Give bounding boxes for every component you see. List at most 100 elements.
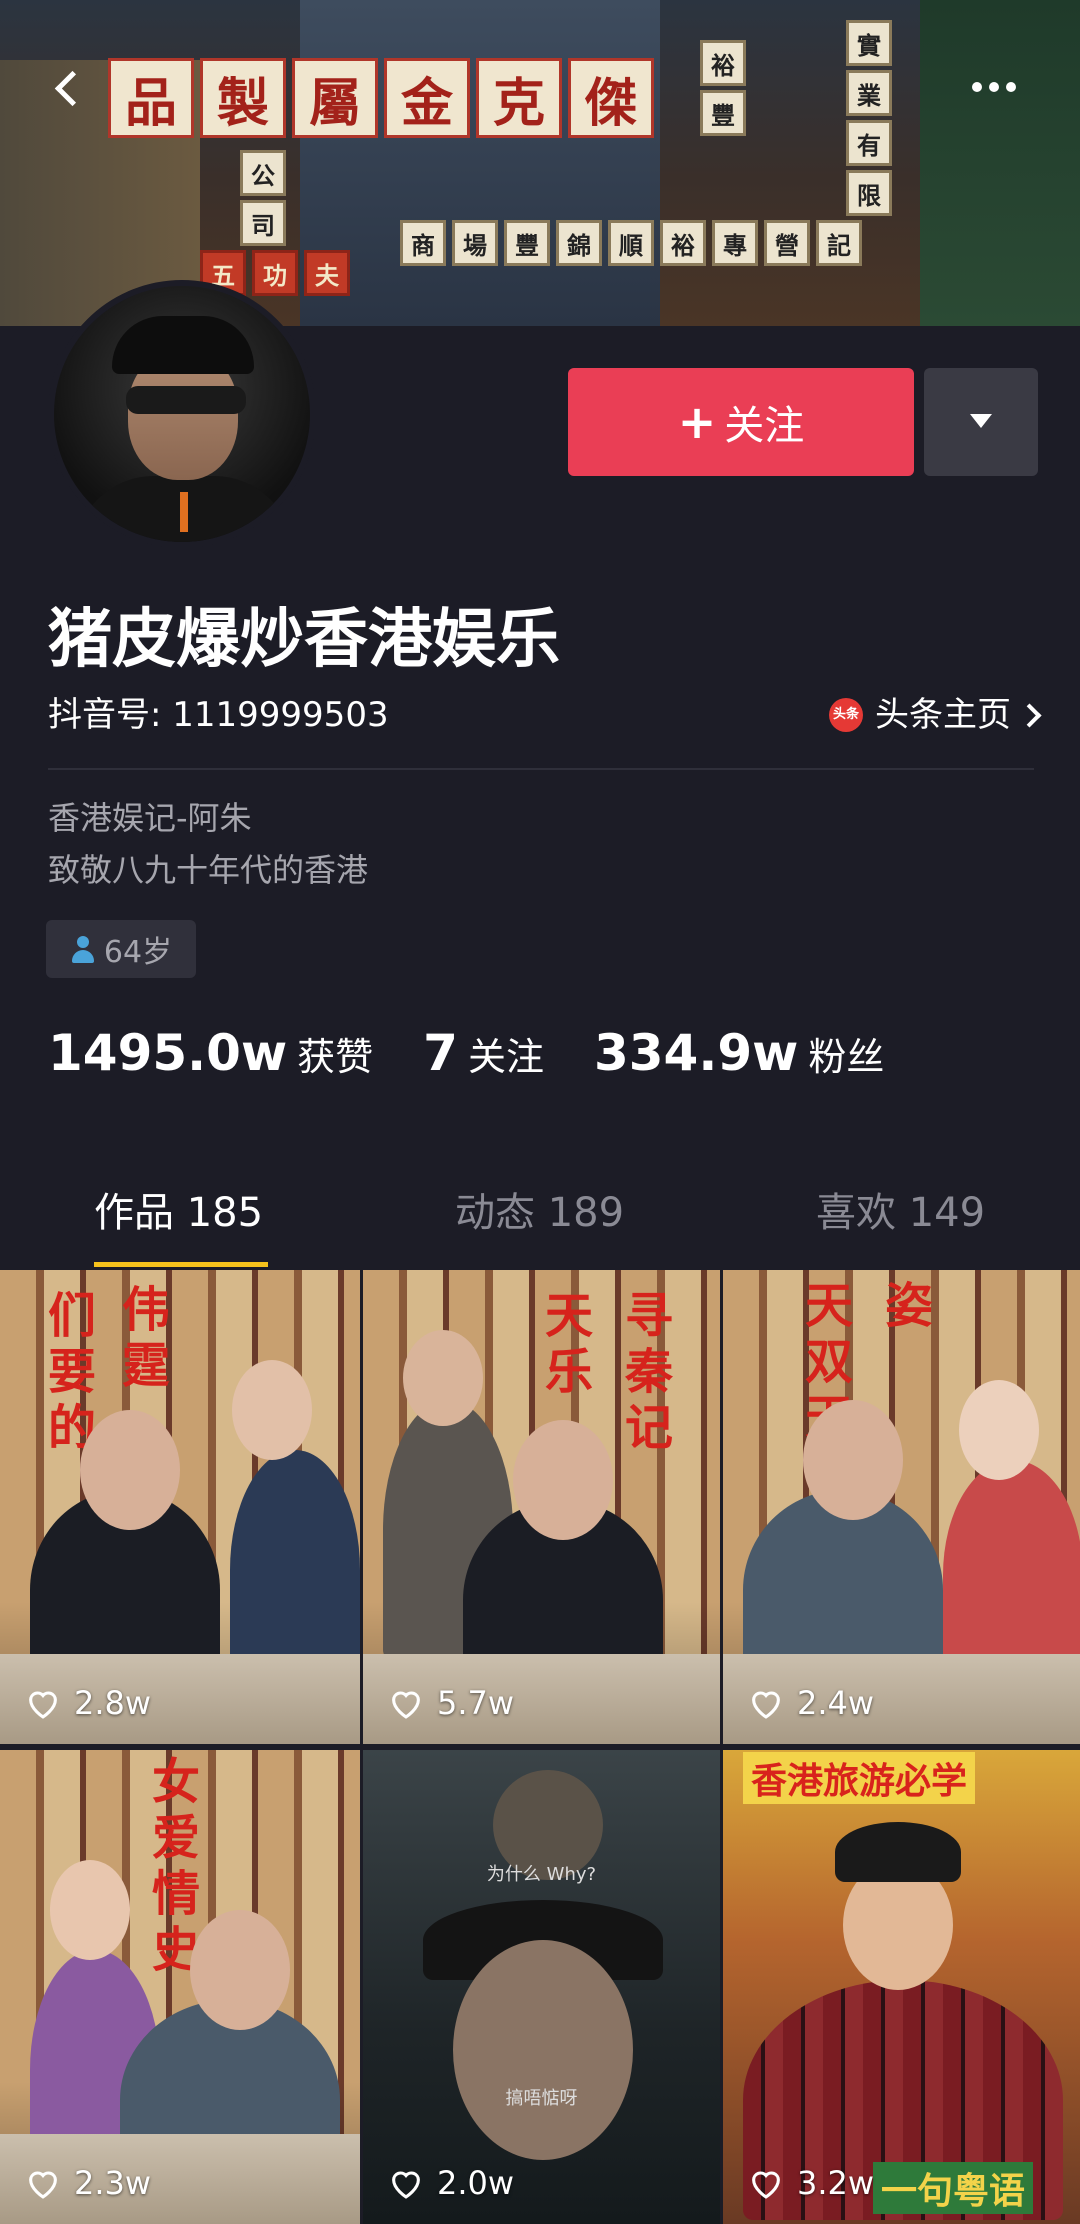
cover-sign: 司	[240, 200, 286, 246]
overlay-text: 天	[804, 1278, 853, 1334]
like-count-text: 2.3w	[74, 2164, 152, 2202]
video-thumbnail[interactable]: 香港旅游必学 一句粤语 3.2w	[720, 1750, 1080, 2224]
video-banner-text: 香港旅游必学	[743, 1752, 976, 1804]
account-id: 抖音号: 1119999503	[48, 695, 389, 735]
avatar[interactable]	[48, 280, 316, 548]
cover-sign: 專	[712, 220, 758, 266]
cover-sign: 夫	[304, 250, 350, 296]
cover-sign: 裕	[660, 220, 706, 266]
cover-sign-col: 公 司	[240, 150, 286, 246]
plus-icon: +	[677, 395, 717, 449]
overlay-text: 姿	[884, 1278, 933, 1334]
cover-sign: 實	[846, 20, 892, 66]
cover-sign: 裕	[700, 40, 746, 86]
overlay-text: 要	[47, 1344, 96, 1400]
like-count: 5.7w	[387, 1684, 514, 1722]
age-tag: 64岁	[46, 920, 196, 978]
follow-button[interactable]: + 关注	[568, 368, 914, 476]
overlay-text: 们	[47, 1288, 96, 1344]
subtitle-text: 为什么 Why?	[486, 1864, 597, 1885]
overlay-text: 女	[151, 1754, 200, 1810]
cover-sign: 功	[252, 250, 298, 296]
stat-following[interactable]: 7 关注	[423, 1024, 544, 1082]
chevron-right-icon	[1017, 702, 1042, 728]
video-thumbnail[interactable]: 为什么 Why? 搞唔惦呀 2.0w	[360, 1750, 720, 2224]
video-banner-bottom: 一句粤语	[873, 2162, 1034, 2214]
more-options-icon[interactable]	[972, 82, 1028, 102]
stat-likes: 1495.0w 获赞	[48, 1024, 373, 1082]
overlay-text: 霆	[121, 1338, 170, 1394]
tab-moments[interactable]: 动态 189	[455, 1188, 624, 1238]
stat-number: 1495.0w	[48, 1024, 288, 1082]
bio-line-1: 香港娱记-阿朱	[48, 799, 252, 837]
cover-sign-side: 實 業 有 限	[846, 20, 892, 216]
cover-sign: 商	[400, 220, 446, 266]
cover-sign-side2: 裕 豐	[700, 40, 746, 136]
like-count-text: 5.7w	[437, 1684, 515, 1722]
profile-name: 猪皮爆炒香港娱乐	[48, 603, 560, 677]
cover-sign: 公	[240, 150, 286, 196]
overlay-text: 秦	[624, 1344, 673, 1400]
cover-sign-row-main: 品 製 屬 金 克 傑	[108, 58, 654, 138]
cover-sign: 豐	[700, 90, 746, 136]
cover-sign: 品	[108, 58, 194, 138]
heart-icon	[29, 2171, 57, 2199]
cover-sign: 錦	[556, 220, 602, 266]
like-count: 3.2w	[747, 2164, 874, 2202]
cover-sign: 傑	[568, 58, 654, 138]
cover-sign: 順	[608, 220, 654, 266]
overlay-text: 双	[804, 1334, 853, 1390]
stat-label: 粉丝	[808, 1035, 885, 1079]
cover-sign: 營	[764, 220, 810, 266]
overlay-text: 乐	[544, 1344, 593, 1400]
cover-sign: 場	[452, 220, 498, 266]
heart-icon	[752, 1691, 780, 1719]
video-thumbnail[interactable]: 们 要 的 伟 霆 2.8w	[0, 1270, 360, 1744]
cover-sign-row-mid: 商 場 豐 錦 順 裕 專 營 記	[400, 220, 862, 266]
stat-label: 获赞	[297, 1035, 374, 1079]
toutiao-label: 头条主页	[875, 695, 1011, 735]
bio-line-2: 致敬八九十年代的香港	[48, 851, 369, 889]
cover-sign: 豐	[504, 220, 550, 266]
stat-followers[interactable]: 334.9w 粉丝	[594, 1024, 884, 1082]
cover-sky	[300, 0, 660, 326]
video-thumbnail[interactable]: 天 双 天 姿 2.4w	[720, 1270, 1080, 1744]
back-arrow-icon[interactable]	[50, 70, 86, 106]
cover-sign: 克	[476, 58, 562, 138]
follow-label: 关注	[724, 403, 805, 449]
overlay-text: 天	[544, 1288, 593, 1344]
cover-image: 品 製 屬 金 克 傑 公 司 五 功 夫 商 場 豐 錦 順 裕 專 營 記 …	[0, 0, 1080, 326]
video-thumbnail[interactable]: 天 乐 寻 秦 记 5.7w	[360, 1270, 720, 1744]
cover-sign: 金	[384, 58, 470, 138]
cover-sign: 限	[846, 170, 892, 216]
tab-likes[interactable]: 喜欢 149	[816, 1188, 985, 1238]
like-count-text: 2.4w	[797, 1684, 875, 1722]
recommend-dropdown-button[interactable]	[924, 368, 1038, 476]
stats-row: 1495.0w 获赞 7 关注 334.9w 粉丝	[48, 1024, 934, 1082]
like-count: 2.0w	[387, 2164, 514, 2202]
overlay-text: 记	[624, 1400, 673, 1456]
cover-building-right	[920, 0, 1080, 326]
overlay-text: 爱	[151, 1810, 200, 1866]
like-count-text: 2.0w	[437, 2164, 515, 2202]
heart-icon	[29, 1691, 57, 1719]
cover-sign: 屬	[292, 58, 378, 138]
video-thumbnail[interactable]: 女 爱 情 史 2.3w	[0, 1750, 360, 2224]
heart-icon	[392, 1691, 420, 1719]
overlay-text: 伟	[121, 1282, 170, 1338]
like-count-text: 2.8w	[74, 1684, 152, 1722]
overlay-text: 情	[151, 1866, 200, 1922]
subtitle-text: 搞唔惦呀	[505, 2088, 578, 2109]
like-count-text: 3.2w	[797, 2164, 875, 2202]
stat-number: 7	[423, 1024, 458, 1082]
video-grid: 们 要 的 伟 霆 2.8w 天 乐 寻 秦 记 5.7w 天 双 姿 2.4w…	[0, 1270, 1080, 2224]
cover-sign: 業	[846, 70, 892, 116]
age-label: 64岁	[103, 935, 173, 970]
heart-icon	[392, 2171, 420, 2199]
content-tabs: 作品 185 动态 189 喜欢 149	[0, 1168, 1080, 1270]
toutiao-homepage-link[interactable]: 头条 头条主页	[829, 692, 1042, 738]
tab-works[interactable]: 作品 185	[94, 1188, 263, 1238]
stat-number: 334.9w	[593, 1024, 799, 1082]
stat-label: 关注	[467, 1035, 544, 1079]
cover-sign: 有	[846, 120, 892, 166]
